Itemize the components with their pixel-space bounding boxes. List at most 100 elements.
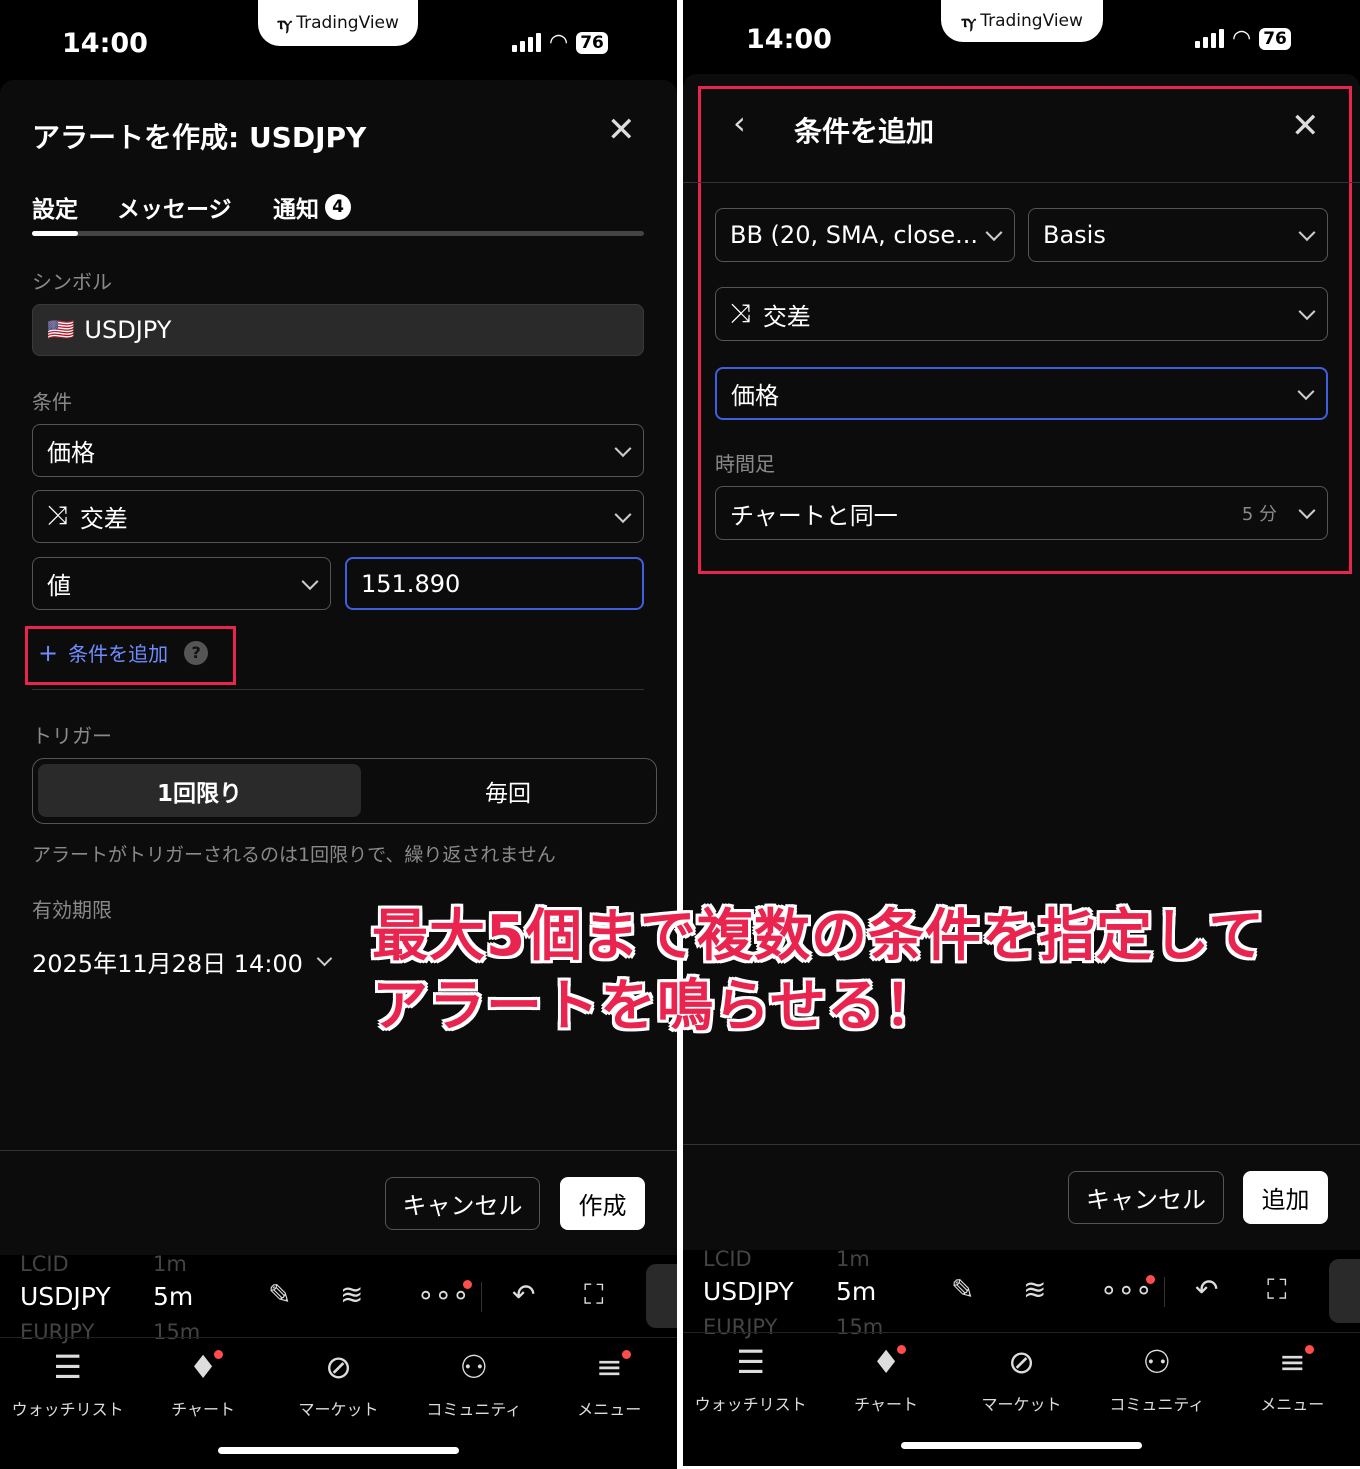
condition-source-select[interactable]: 価格 (32, 424, 644, 477)
more-notification-dot (1145, 1275, 1155, 1284)
timeframe-hint: 5 分 (1241, 504, 1277, 525)
create-button[interactable]: 作成 (560, 1177, 645, 1230)
tab-watchlist-label: ウォッチリスト (694, 1395, 807, 1414)
chevron-down-icon (1298, 303, 1316, 321)
clock: 14:00 (62, 28, 148, 59)
close-icon[interactable]: ✕ (1291, 106, 1320, 146)
home-indicator (218, 1447, 459, 1454)
ghost-interval: 1m (153, 1252, 187, 1276)
menu-notification-dot (1304, 1345, 1314, 1354)
ghost-symbol: LCID (20, 1252, 69, 1276)
fullscreen-icon[interactable]: ⛶ (584, 1278, 604, 1312)
symbol-field[interactable]: 🇺🇸 USDJPY (32, 304, 644, 356)
source-value: 価格 (731, 382, 779, 410)
signal-icon (512, 33, 541, 52)
ghost-symbol: EURJPY (20, 1320, 95, 1344)
source-select[interactable]: 価格 (715, 367, 1328, 420)
chevron-down-icon (614, 505, 632, 523)
value-input[interactable]: 151.890 (345, 557, 644, 610)
side-panel-handle[interactable] (1329, 1259, 1360, 1323)
tradingview-badge: ⲧⲩ TradingView (258, 0, 418, 46)
condition-operator-select[interactable]: ⤨ 交差 (32, 490, 644, 543)
tab-scroll-track (32, 231, 644, 236)
expiry-select[interactable]: 2025年11月28日 14:00 (32, 944, 333, 979)
tab-notifications-label: 通知 (273, 197, 319, 223)
indicator-select[interactable]: BB (20, SMA, close... (715, 208, 1015, 262)
ghost-interval: 1m (836, 1247, 870, 1271)
tab-menu[interactable]: ≡ メニュー (1225, 1343, 1360, 1415)
help-icon[interactable]: ? (184, 640, 209, 665)
toolbar-divider (1164, 1277, 1165, 1307)
add-condition-button[interactable]: + 条件を追加 ? (38, 638, 209, 667)
close-icon[interactable]: ✕ (607, 110, 636, 150)
add-condition-label: 条件を追加 (68, 642, 169, 666)
tab-market[interactable]: ⊘ マーケット (271, 1348, 406, 1420)
value-type-select[interactable]: 値 (32, 557, 331, 610)
chart-notification-dot (897, 1345, 907, 1354)
annotation-line-2: アラートを鳴らせる！ (372, 974, 941, 1039)
trigger-every-option[interactable]: 毎回 (363, 764, 653, 817)
tab-active-indicator (32, 231, 78, 236)
more-icon[interactable]: ∘∘∘ (1100, 1273, 1155, 1306)
indicator-line-select[interactable]: Basis (1028, 208, 1328, 262)
tab-market[interactable]: ⊘ マーケット (954, 1343, 1089, 1415)
signal-icon (1195, 29, 1224, 48)
timeframe-label: 時間足 (715, 452, 775, 476)
symbol-value: USDJPY (84, 316, 172, 344)
operator-select[interactable]: ⤨ 交差 (715, 287, 1328, 341)
tab-chart-label: チャート (171, 1400, 235, 1419)
toolbar-symbol[interactable]: USDJPY (703, 1277, 794, 1306)
cancel-button[interactable]: キャンセル (385, 1177, 540, 1230)
toolbar-interval[interactable]: 5m (153, 1282, 193, 1311)
toolbar-symbol[interactable]: USDJPY (20, 1282, 111, 1311)
annotation-line-1: 最大5個まで複数の条件を指定して (372, 904, 1266, 969)
footer-divider (683, 1144, 1360, 1145)
tab-notifications[interactable]: 通知 4 (273, 190, 351, 224)
tab-market-label: マーケット (981, 1395, 1062, 1414)
value-input-text: 151.890 (361, 569, 461, 598)
divider (32, 689, 644, 690)
tab-message[interactable]: メッセージ (117, 190, 232, 224)
ghost-interval: 15m (153, 1320, 201, 1344)
condition-label: 条件 (32, 390, 72, 414)
indicator-line-value: Basis (1043, 221, 1106, 249)
pen-icon[interactable]: ✎ (951, 1273, 974, 1306)
trigger-label: トリガー (32, 724, 112, 748)
notification-count-badge: 4 (325, 194, 351, 220)
community-icon: ⚇ (459, 1348, 489, 1386)
trigger-once-option[interactable]: 1回限り (38, 764, 361, 817)
more-icon[interactable]: ∘∘∘ (417, 1278, 472, 1311)
tab-menu[interactable]: ≡ メニュー (542, 1348, 677, 1420)
back-chevron-icon[interactable]: ‹ (733, 104, 746, 142)
tab-chart[interactable]: ♦ チャート (819, 1343, 954, 1415)
undo-icon[interactable]: ↶ (1195, 1273, 1218, 1306)
bottom-tab-bar: ☰ ウォッチリスト ♦ チャート ⊘ マーケット ⚇ コミュニティ ≡ メニュー (0, 1348, 677, 1420)
tab-settings[interactable]: 設定 (32, 190, 78, 224)
wifi-icon: ◠ (549, 30, 569, 55)
tradingview-logo-icon: ⲧⲩ (961, 10, 976, 32)
ghost-symbol: LCID (703, 1247, 752, 1271)
undo-icon[interactable]: ↶ (512, 1278, 535, 1311)
tab-community[interactable]: ⚇ コミュニティ (406, 1348, 541, 1420)
toolbar-interval[interactable]: 5m (836, 1277, 876, 1306)
condition-source-value: 価格 (47, 439, 95, 467)
chart-icon: ♦ (189, 1348, 224, 1388)
drawing-tools-icon[interactable]: ≋ (340, 1278, 363, 1311)
tab-watchlist[interactable]: ☰ ウォッチリスト (0, 1348, 135, 1420)
tab-community[interactable]: ⚇ コミュニティ (1089, 1343, 1224, 1415)
timeframe-select[interactable]: チャートと同一 5 分 (715, 486, 1328, 540)
tab-watchlist[interactable]: ☰ ウォッチリスト (683, 1343, 818, 1415)
pen-icon[interactable]: ✎ (268, 1278, 291, 1311)
cross-icon: ⤨ (730, 298, 751, 329)
right-phone-screen: ⲧⲩ TradingView 14:00 ◠ 76 ‹ 条件を追加 ✕ BB (… (683, 0, 1360, 1466)
chevron-down-icon (1297, 382, 1315, 400)
drawing-tools-icon[interactable]: ≋ (1023, 1273, 1046, 1306)
status-icons: ◠ 76 (1195, 26, 1291, 51)
cancel-button[interactable]: キャンセル (1068, 1171, 1224, 1224)
add-button[interactable]: 追加 (1243, 1171, 1328, 1224)
side-panel-handle[interactable] (646, 1264, 677, 1328)
chart-notification-dot (214, 1350, 224, 1359)
fullscreen-icon[interactable]: ⛶ (1267, 1273, 1287, 1307)
tab-chart[interactable]: ♦ チャート (136, 1348, 271, 1420)
tab-community-label: コミュニティ (426, 1400, 522, 1419)
